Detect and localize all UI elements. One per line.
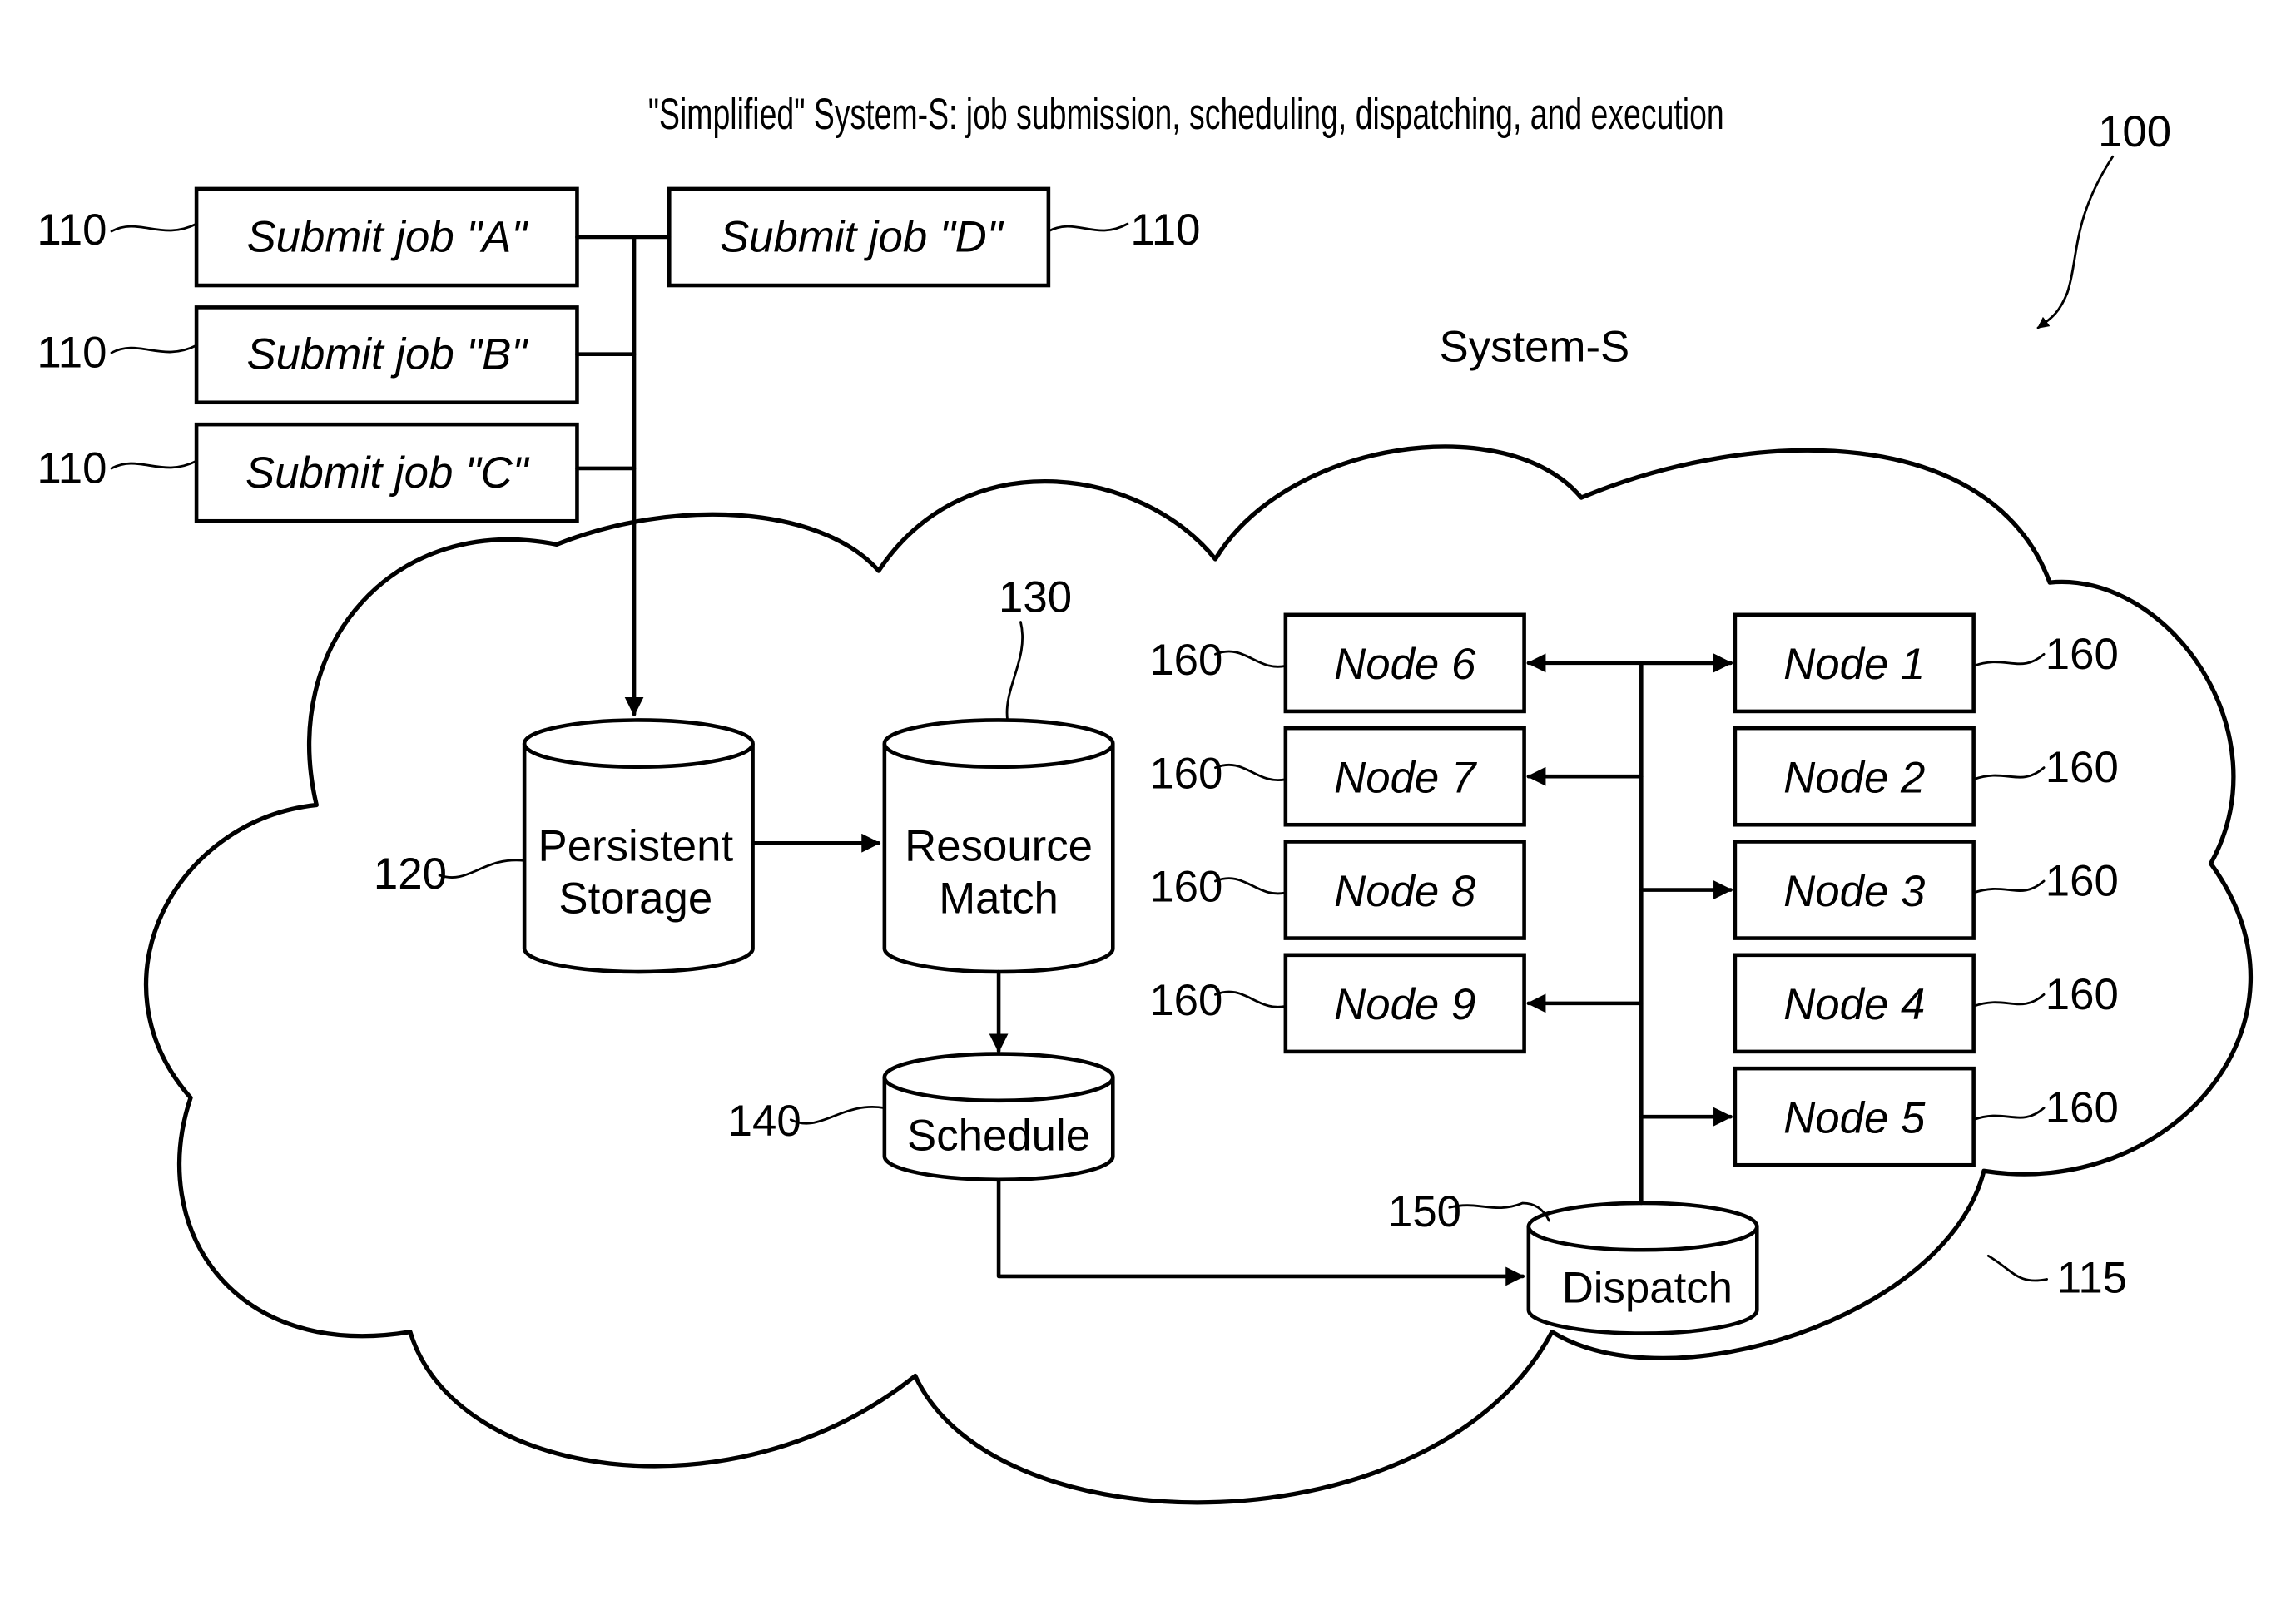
ref-160: 160 bbox=[1149, 636, 1287, 685]
nodes-left-group: Node 6 160 Node 7 160 Node 8 160 Node 9 160 bbox=[1149, 612, 1733, 1054]
ref-110-c: 110 bbox=[37, 444, 198, 493]
svg-text:140: 140 bbox=[728, 1097, 801, 1146]
svg-text:Storage: Storage bbox=[558, 874, 712, 924]
diagram-title: "Simplified" System-S: job submission, s… bbox=[648, 90, 1724, 139]
submit-job-a: Submit job "A" bbox=[194, 186, 579, 288]
persistent-storage: Persistent Storage bbox=[522, 718, 755, 974]
svg-text:Persistent: Persistent bbox=[538, 821, 734, 870]
svg-text:160: 160 bbox=[1149, 749, 1222, 798]
system-label: System-S bbox=[1440, 322, 1630, 371]
svg-text:110: 110 bbox=[1130, 206, 1200, 255]
node-label: Node 2 bbox=[1783, 754, 1925, 803]
ref-160: 160 bbox=[1972, 1083, 2119, 1132]
ref-115-leader bbox=[1986, 1254, 2048, 1282]
svg-text:110: 110 bbox=[37, 444, 107, 493]
svg-text:160: 160 bbox=[1149, 636, 1222, 685]
ref-120: 120 bbox=[374, 850, 526, 899]
ref-160: 160 bbox=[1972, 970, 2119, 1019]
ref-100-label: 100 bbox=[2098, 107, 2171, 156]
submit-connector bbox=[575, 235, 672, 716]
ref-150: 150 bbox=[1388, 1187, 1550, 1236]
svg-text:110: 110 bbox=[37, 206, 107, 255]
node-node-3: Node 3 160 bbox=[1639, 840, 2119, 940]
submit-job-d: Submit job "D" bbox=[667, 186, 1051, 288]
ref-160: 160 bbox=[1149, 749, 1287, 798]
nodes-right-group: Node 1 160Node 2 160Node 3 160Node 4 160Node… bbox=[1639, 612, 2119, 1167]
submit-job-b: Submit job "B" bbox=[194, 305, 579, 405]
node-label: Node 5 bbox=[1783, 1094, 1926, 1143]
ref-160: 160 bbox=[1972, 857, 2119, 906]
ref-160: 160 bbox=[1149, 976, 1287, 1025]
node-label: Node 7 bbox=[1334, 754, 1477, 803]
node-node-7: Node 7 160 bbox=[1149, 726, 1644, 827]
dispatch: Dispatch bbox=[1526, 1201, 1759, 1335]
svg-text:Submit job "D": Submit job "D" bbox=[720, 213, 1004, 262]
svg-text:160: 160 bbox=[2046, 1083, 2119, 1132]
svg-text:Dispatch: Dispatch bbox=[1562, 1264, 1733, 1313]
node-node-1: Node 1 160 bbox=[1639, 612, 2119, 714]
svg-text:110: 110 bbox=[37, 329, 107, 378]
svg-text:160: 160 bbox=[2046, 743, 2119, 792]
ref-115-label: 115 bbox=[2057, 1253, 2127, 1302]
svg-text:150: 150 bbox=[1388, 1187, 1461, 1236]
svg-text:Match: Match bbox=[939, 874, 1059, 924]
ref-100-leader bbox=[2036, 155, 2115, 329]
svg-text:Resource: Resource bbox=[905, 821, 1093, 870]
node-node-8: Node 8 160 bbox=[1149, 840, 1526, 940]
node-label: Node 3 bbox=[1783, 867, 1925, 916]
svg-text:Submit job "A": Submit job "A" bbox=[246, 213, 528, 262]
svg-text:Schedule: Schedule bbox=[907, 1112, 1090, 1161]
node-label: Node 6 bbox=[1334, 640, 1476, 689]
node-node-2: Node 2 160 bbox=[1733, 726, 2119, 827]
ref-110-a: 110 bbox=[37, 206, 198, 255]
svg-text:130: 130 bbox=[999, 572, 1072, 622]
system-s-diagram: "Simplified" System-S: job submission, s… bbox=[37, 90, 2253, 1505]
svg-text:160: 160 bbox=[1149, 863, 1222, 912]
ref-160: 160 bbox=[1972, 743, 2119, 792]
node-label: Node 4 bbox=[1783, 980, 1925, 1029]
ref-160: 160 bbox=[1972, 630, 2119, 679]
resource-match: Resource Match bbox=[882, 718, 1115, 974]
svg-text:160: 160 bbox=[2046, 857, 2119, 906]
submit-job-c: Submit job "C" bbox=[194, 422, 579, 523]
node-label: Node 1 bbox=[1783, 640, 1925, 689]
ref-160: 160 bbox=[1149, 863, 1287, 912]
ref-110-d: 110 bbox=[1047, 206, 1201, 255]
node-label: Node 8 bbox=[1334, 867, 1476, 916]
svg-text:120: 120 bbox=[374, 850, 447, 899]
ref-110-b: 110 bbox=[37, 329, 198, 378]
node-label: Node 9 bbox=[1334, 980, 1475, 1029]
schedule: Schedule bbox=[882, 1052, 1115, 1182]
svg-text:160: 160 bbox=[2046, 970, 2119, 1019]
node-node-5: Node 5 160 bbox=[1639, 1066, 2119, 1167]
svg-text:Submit job "C": Submit job "C" bbox=[245, 448, 530, 498]
node-node-9: Node 9 160 bbox=[1149, 953, 1644, 1054]
ref-140: 140 bbox=[728, 1097, 886, 1146]
svg-text:160: 160 bbox=[1149, 976, 1222, 1025]
ref-130: 130 bbox=[999, 572, 1072, 721]
svg-text:Submit job "B": Submit job "B" bbox=[246, 329, 528, 379]
node-node-4: Node 4 160 bbox=[1733, 953, 2119, 1054]
svg-text:160: 160 bbox=[2046, 630, 2119, 679]
